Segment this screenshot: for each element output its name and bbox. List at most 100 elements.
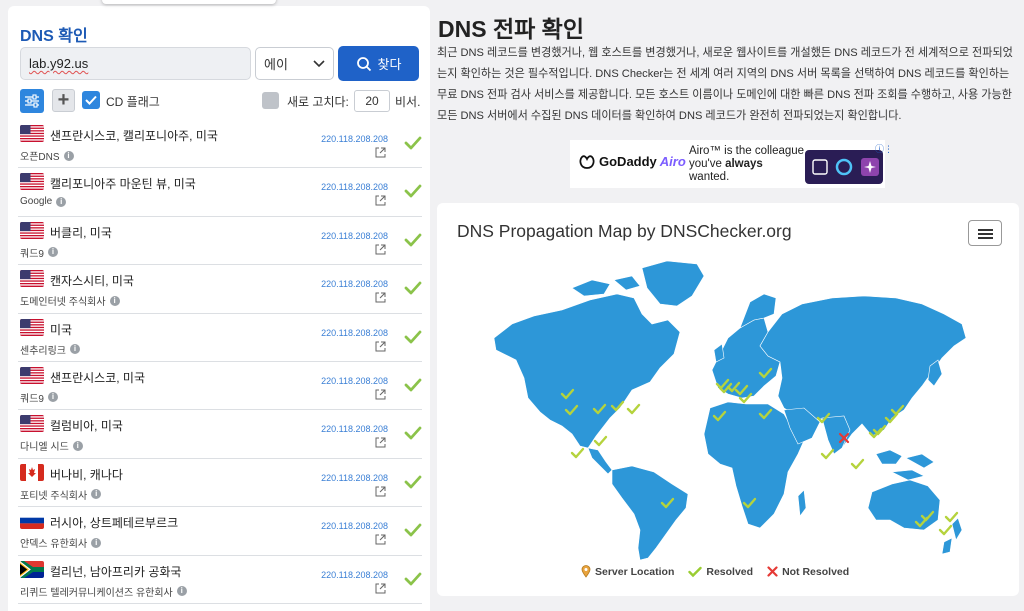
server-row: 캘리포니아주 마운틴 뷰, 미국 Google i 220.118.208.208 bbox=[18, 168, 422, 217]
marker-resolved bbox=[850, 458, 865, 470]
ad-brand-logo: GoDaddy Airo bbox=[578, 154, 686, 169]
chevron-down-icon bbox=[313, 59, 325, 67]
resolved-ip[interactable]: 220.118.208.208 bbox=[321, 134, 388, 144]
external-link-icon[interactable] bbox=[375, 341, 386, 352]
server-provider-label: 얀덱스 유한회사 bbox=[20, 539, 88, 551]
checkmark-icon bbox=[85, 95, 97, 105]
server-provider-label: 오픈DNS bbox=[20, 152, 60, 163]
resolved-ip[interactable]: 220.118.208.208 bbox=[321, 424, 388, 434]
server-provider: 다니엘 시드 i bbox=[20, 438, 83, 453]
resolved-ip[interactable]: 220.118.208.208 bbox=[321, 279, 388, 289]
server-row: 컬리넌, 남아프리카 공화국 리퀴드 텔레커뮤니케이션즈 유한회사 i 220.1… bbox=[18, 556, 422, 604]
legend-resolved: Resolved bbox=[688, 566, 753, 578]
info-icon[interactable]: i bbox=[109, 295, 120, 306]
server-location: 캔자스시티, 미국 bbox=[50, 274, 134, 289]
external-link-icon[interactable] bbox=[375, 389, 386, 400]
server-provider: Google i bbox=[20, 196, 67, 207]
marker-resolved bbox=[820, 448, 835, 460]
info-icon[interactable]: i bbox=[47, 247, 58, 258]
marker-resolved bbox=[570, 447, 585, 459]
auto-refresh-checkbox[interactable] bbox=[262, 92, 279, 109]
ad-tagline-word: you've bbox=[689, 158, 722, 170]
resolved-ip[interactable]: 220.118.208.208 bbox=[321, 570, 388, 580]
external-link-icon[interactable] bbox=[375, 486, 386, 497]
legend-resolved-label: Resolved bbox=[706, 565, 754, 578]
marker-resolved bbox=[593, 435, 608, 447]
server-provider-label: 쿼드9 bbox=[20, 393, 44, 405]
external-link-icon[interactable] bbox=[375, 244, 386, 255]
server-location: 컬럼비아, 미국 bbox=[50, 419, 123, 434]
info-icon[interactable]: i bbox=[176, 586, 187, 597]
check-icon bbox=[404, 475, 422, 489]
marker-resolved bbox=[938, 524, 953, 536]
resolved-ip[interactable]: 220.118.208.208 bbox=[321, 521, 388, 531]
flag-us-icon bbox=[20, 415, 44, 433]
map-pin-icon bbox=[581, 565, 591, 578]
panel-title: DNS 확인 bbox=[20, 28, 88, 45]
info-icon[interactable]: i bbox=[63, 150, 74, 161]
ad-tagline-bold: always bbox=[725, 158, 763, 170]
info-icon[interactable]: i bbox=[70, 344, 80, 355]
search-button-label: 찾다 bbox=[377, 57, 402, 72]
ad-tagline-line-1: Airo™ is the colleague bbox=[689, 145, 805, 157]
search-button[interactable]: 찾다 bbox=[338, 46, 419, 81]
map-menu-button[interactable] bbox=[968, 220, 1002, 246]
external-link-icon[interactable] bbox=[375, 583, 386, 594]
server-location: 캘리포니아주 마운틴 뷰, 미국 bbox=[50, 177, 196, 192]
resolved-ip[interactable]: 220.118.208.208 bbox=[321, 473, 388, 483]
refresh-seconds-input[interactable]: 20 bbox=[354, 90, 390, 112]
cross-icon bbox=[767, 566, 778, 577]
server-provider-label: 도메인터넷 주식회사 bbox=[20, 297, 106, 309]
resolved-ip[interactable]: 220.118.208.208 bbox=[321, 182, 388, 192]
server-row: 미국 센추리링크 i 220.118.208.208 bbox=[18, 314, 422, 362]
add-server-button[interactable]: + bbox=[52, 89, 75, 112]
external-link-icon[interactable] bbox=[375, 534, 386, 545]
external-link-icon[interactable] bbox=[375, 147, 386, 158]
server-provider: 포티넷 주식회사 i bbox=[20, 487, 102, 502]
server-row: 캔자스시티, 미국 도메인터넷 주식회사 i 220.118.208.208 bbox=[18, 265, 422, 314]
server-location: 컬리넌, 남아프리카 공화국 bbox=[50, 564, 182, 579]
info-icon[interactable]: i bbox=[91, 537, 102, 548]
server-provider: 얀덱스 유한회사 i bbox=[20, 535, 102, 551]
ad-info-icon[interactable]: ⓘ⋮ bbox=[875, 142, 893, 155]
advertisement-banner[interactable]: GoDaddy Airo Airo™ is the colleague you'… bbox=[570, 140, 893, 188]
record-type-select[interactable]: 에이 bbox=[255, 47, 334, 80]
window-icon bbox=[812, 159, 828, 175]
check-icon bbox=[404, 378, 422, 392]
server-location: 미국 bbox=[50, 322, 73, 337]
server-provider-label: 포티넷 주식회사 bbox=[20, 490, 88, 502]
cd-flag-checkbox[interactable] bbox=[82, 91, 100, 109]
info-icon[interactable]: i bbox=[72, 440, 83, 451]
check-icon bbox=[404, 523, 422, 537]
domain-input-value: lab.y92.us bbox=[29, 56, 89, 71]
server-location: 버나비, 캐나다 bbox=[50, 467, 123, 482]
flag-us-icon bbox=[20, 173, 44, 191]
info-icon[interactable]: i bbox=[91, 489, 102, 500]
check-icon bbox=[404, 184, 422, 198]
info-icon[interactable]: i bbox=[56, 196, 67, 207]
check-icon bbox=[688, 566, 703, 577]
server-provider: 쿼드9 i bbox=[20, 390, 58, 405]
record-type-value: 에이 bbox=[264, 57, 288, 72]
ad-tagline-line-2: you've always bbox=[689, 158, 804, 171]
server-row: 버나비, 캐나다 포티넷 주식회사 i 220.118.208.208 bbox=[18, 459, 422, 508]
check-icon bbox=[404, 426, 422, 440]
server-provider-label: 쿼드9 bbox=[20, 248, 44, 260]
resolved-ip[interactable]: 220.118.208.208 bbox=[321, 328, 388, 338]
external-link-icon[interactable] bbox=[375, 195, 386, 206]
external-link-icon[interactable] bbox=[375, 292, 386, 303]
external-link-icon[interactable] bbox=[375, 437, 386, 448]
domain-input[interactable]: lab.y92.us bbox=[20, 47, 251, 80]
resolved-ip[interactable]: 220.118.208.208 bbox=[321, 231, 388, 241]
check-icon bbox=[404, 330, 422, 343]
search-icon bbox=[356, 56, 371, 71]
flag-us-icon bbox=[20, 270, 44, 288]
refresh-label: 새로 고치다: bbox=[287, 95, 349, 109]
resolved-ip[interactable]: 220.118.208.208 bbox=[321, 376, 388, 386]
server-provider-label: 센추리링크 bbox=[20, 345, 66, 357]
check-icon bbox=[404, 233, 422, 247]
dns-check-panel: DNS 확인 lab.y92.us 에이 찾다 + CD 플래그 새로 고치다:… bbox=[8, 6, 430, 611]
info-icon[interactable]: i bbox=[47, 392, 58, 403]
ad-artwork bbox=[805, 150, 883, 184]
settings-button[interactable] bbox=[20, 89, 44, 113]
